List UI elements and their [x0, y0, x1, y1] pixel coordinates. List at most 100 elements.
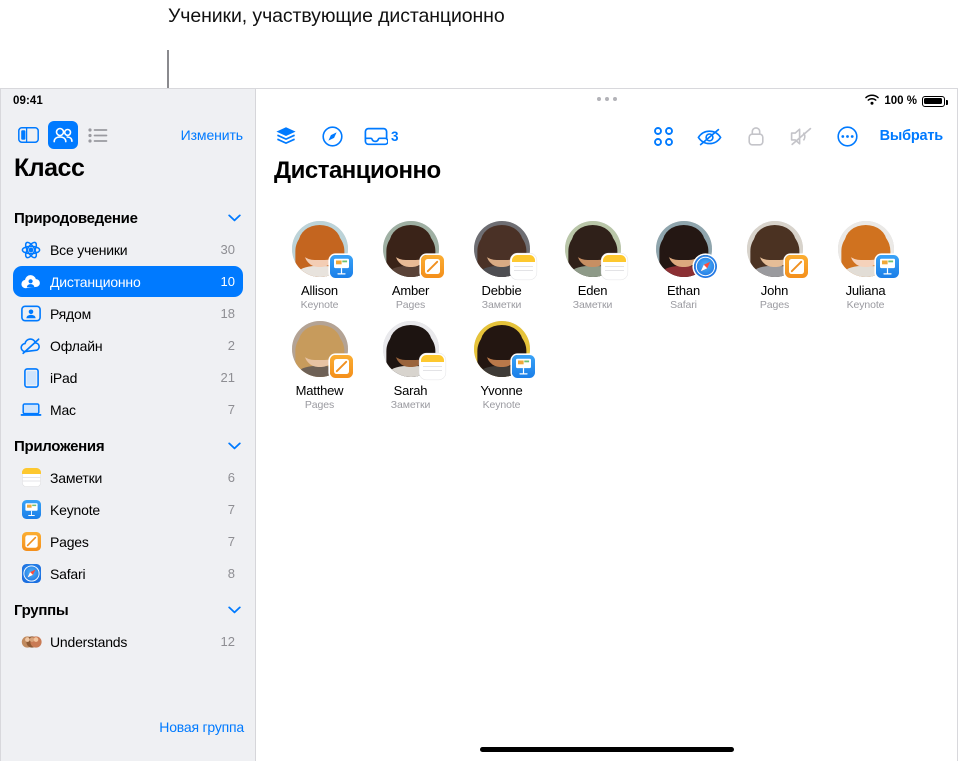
sidebar-item-заметки[interactable]: Заметки 6: [13, 462, 243, 493]
safari-compass-icon[interactable]: [318, 121, 346, 151]
sidebar-item-label: Все ученики: [50, 241, 128, 258]
sidebar-toggle-icon[interactable]: [13, 121, 43, 149]
chevron-down-icon[interactable]: [228, 601, 241, 619]
student-card[interactable]: Allison Keynote: [274, 221, 365, 311]
sidebar-item-label: Understands: [50, 633, 128, 650]
sidebar-item-label: Keynote: [50, 501, 100, 518]
main-pane: 100 % 3 Выбрать Дистанционно Allison Key…: [256, 89, 957, 761]
sidebar-item-count: 18: [220, 306, 235, 321]
sidebar-item-mac[interactable]: Mac 7: [13, 394, 243, 425]
student-name: Allison: [301, 283, 338, 298]
chevron-down-icon[interactable]: [228, 437, 241, 455]
sidebar-item-count: 7: [227, 534, 235, 549]
app-badge-notes-icon: [511, 255, 535, 278]
screenshot-root: Ученики, участвующие дистанционно 09:41: [0, 0, 958, 761]
sidebar-item-ipad[interactable]: iPad 21: [13, 362, 243, 393]
app-badge-notes-icon: [420, 355, 444, 378]
lock-icon: [742, 121, 770, 151]
student-card[interactable]: Ethan Safari: [638, 221, 729, 311]
new-group-button[interactable]: Новая группа: [159, 719, 244, 735]
multitasking-grabber-icon[interactable]: [596, 97, 617, 101]
sidebar-item-label: Дистанционно: [50, 273, 141, 290]
sidebar-section-header[interactable]: Группы: [1, 595, 255, 625]
status-bar-right: 100 %: [865, 94, 948, 108]
edit-button[interactable]: Изменить: [181, 127, 243, 143]
avatar-wrap: [473, 221, 535, 278]
avatar-wrap: [473, 321, 535, 378]
sidebar-item-label: Заметки: [50, 469, 103, 486]
student-app-label: Заметки: [572, 299, 613, 311]
student-card[interactable]: Juliana Keynote: [820, 221, 911, 311]
avatar-wrap: [746, 221, 808, 278]
avatar-wrap: [655, 221, 717, 278]
select-button[interactable]: Выбрать: [880, 121, 944, 151]
app-badge-pages-icon: [329, 355, 353, 378]
sidebar-item-дистанционно[interactable]: Дистанционно 10: [13, 266, 243, 297]
laptop-icon: [20, 399, 42, 421]
sidebar-item-pages[interactable]: Pages 7: [13, 526, 243, 557]
more-circle-icon[interactable]: [834, 121, 862, 151]
sidebar: 09:41 Изменить Класс Природоведение Все …: [1, 89, 256, 761]
student-card[interactable]: Eden Заметки: [547, 221, 638, 311]
ipad-device-frame: 09:41 Изменить Класс Природоведение Все …: [0, 88, 958, 761]
avatar-wrap: [837, 221, 899, 278]
sidebar-item-count: 30: [220, 242, 235, 257]
sidebar-section-title: Приложения: [14, 437, 105, 455]
safari-app-icon: [20, 563, 42, 585]
sidebar-item-count: 10: [220, 274, 235, 289]
student-name: John: [760, 283, 789, 298]
app-badge-pages-icon: [420, 255, 444, 278]
student-name: Matthew: [295, 383, 344, 398]
battery-full-icon: [922, 95, 948, 107]
sidebar-item-все-ученики[interactable]: Все ученики 30: [13, 234, 243, 265]
sidebar-section-header[interactable]: Приложения: [1, 431, 255, 461]
sidebar-section-title: Природоведение: [14, 209, 138, 227]
mute-icon: [788, 121, 816, 151]
student-name: Yvonne: [480, 383, 523, 398]
atom-icon: [20, 239, 42, 261]
sidebar-item-офлайн[interactable]: Офлайн 2: [13, 330, 243, 361]
layers-icon[interactable]: [272, 121, 300, 151]
sidebar-item-count: 21: [220, 370, 235, 385]
people-icon[interactable]: [48, 121, 78, 149]
sidebar-item-label: Pages: [50, 533, 89, 550]
sidebar-item-label: Офлайн: [50, 337, 103, 354]
battery-percent-label: 100 %: [884, 95, 917, 107]
student-app-label: Заметки: [390, 399, 431, 411]
list-icon[interactable]: [83, 121, 113, 149]
tray-icon[interactable]: 3: [364, 121, 399, 151]
grid-apps-icon[interactable]: [650, 121, 678, 151]
sidebar-item-рядом[interactable]: Рядом 18: [13, 298, 243, 329]
avatar-wrap: [291, 221, 353, 278]
sidebar-item-understands[interactable]: Understands 12: [13, 626, 243, 657]
wifi-icon: [865, 94, 880, 108]
sidebar-item-label: Safari: [50, 565, 86, 582]
callout-leader-line: [167, 50, 169, 92]
sidebar-item-keynote[interactable]: Keynote 7: [13, 494, 243, 525]
home-indicator: [479, 747, 734, 752]
sidebar-item-count: 7: [227, 402, 235, 417]
app-badge-notes-icon: [602, 255, 626, 278]
student-card[interactable]: Yvonne Keynote: [456, 321, 547, 411]
chevron-down-icon[interactable]: [228, 209, 241, 227]
eye-slash-icon[interactable]: [696, 121, 724, 151]
sidebar-item-count: 8: [227, 566, 235, 581]
sidebar-item-count: 12: [220, 634, 235, 649]
status-bar-time: 09:41: [13, 95, 43, 107]
student-card[interactable]: Matthew Pages: [274, 321, 365, 411]
student-grid: Allison Keynote Amber Pages Debbie Замет…: [274, 221, 947, 421]
sidebar-item-label: Mac: [50, 401, 76, 418]
sidebar-item-label: iPad: [50, 369, 78, 386]
student-card[interactable]: John Pages: [729, 221, 820, 311]
ipad-icon: [20, 367, 42, 389]
sidebar-item-count: 6: [227, 470, 235, 485]
student-card[interactable]: Sarah Заметки: [365, 321, 456, 411]
student-app-label: Заметки: [481, 299, 522, 311]
sidebar-item-safari[interactable]: Safari 8: [13, 558, 243, 589]
student-card[interactable]: Amber Pages: [365, 221, 456, 311]
student-card[interactable]: Debbie Заметки: [456, 221, 547, 311]
student-name: Juliana: [845, 283, 886, 298]
student-app-label: Safari: [670, 299, 697, 311]
student-name: Sarah: [393, 383, 428, 398]
sidebar-section-header[interactable]: Природоведение: [1, 203, 255, 233]
